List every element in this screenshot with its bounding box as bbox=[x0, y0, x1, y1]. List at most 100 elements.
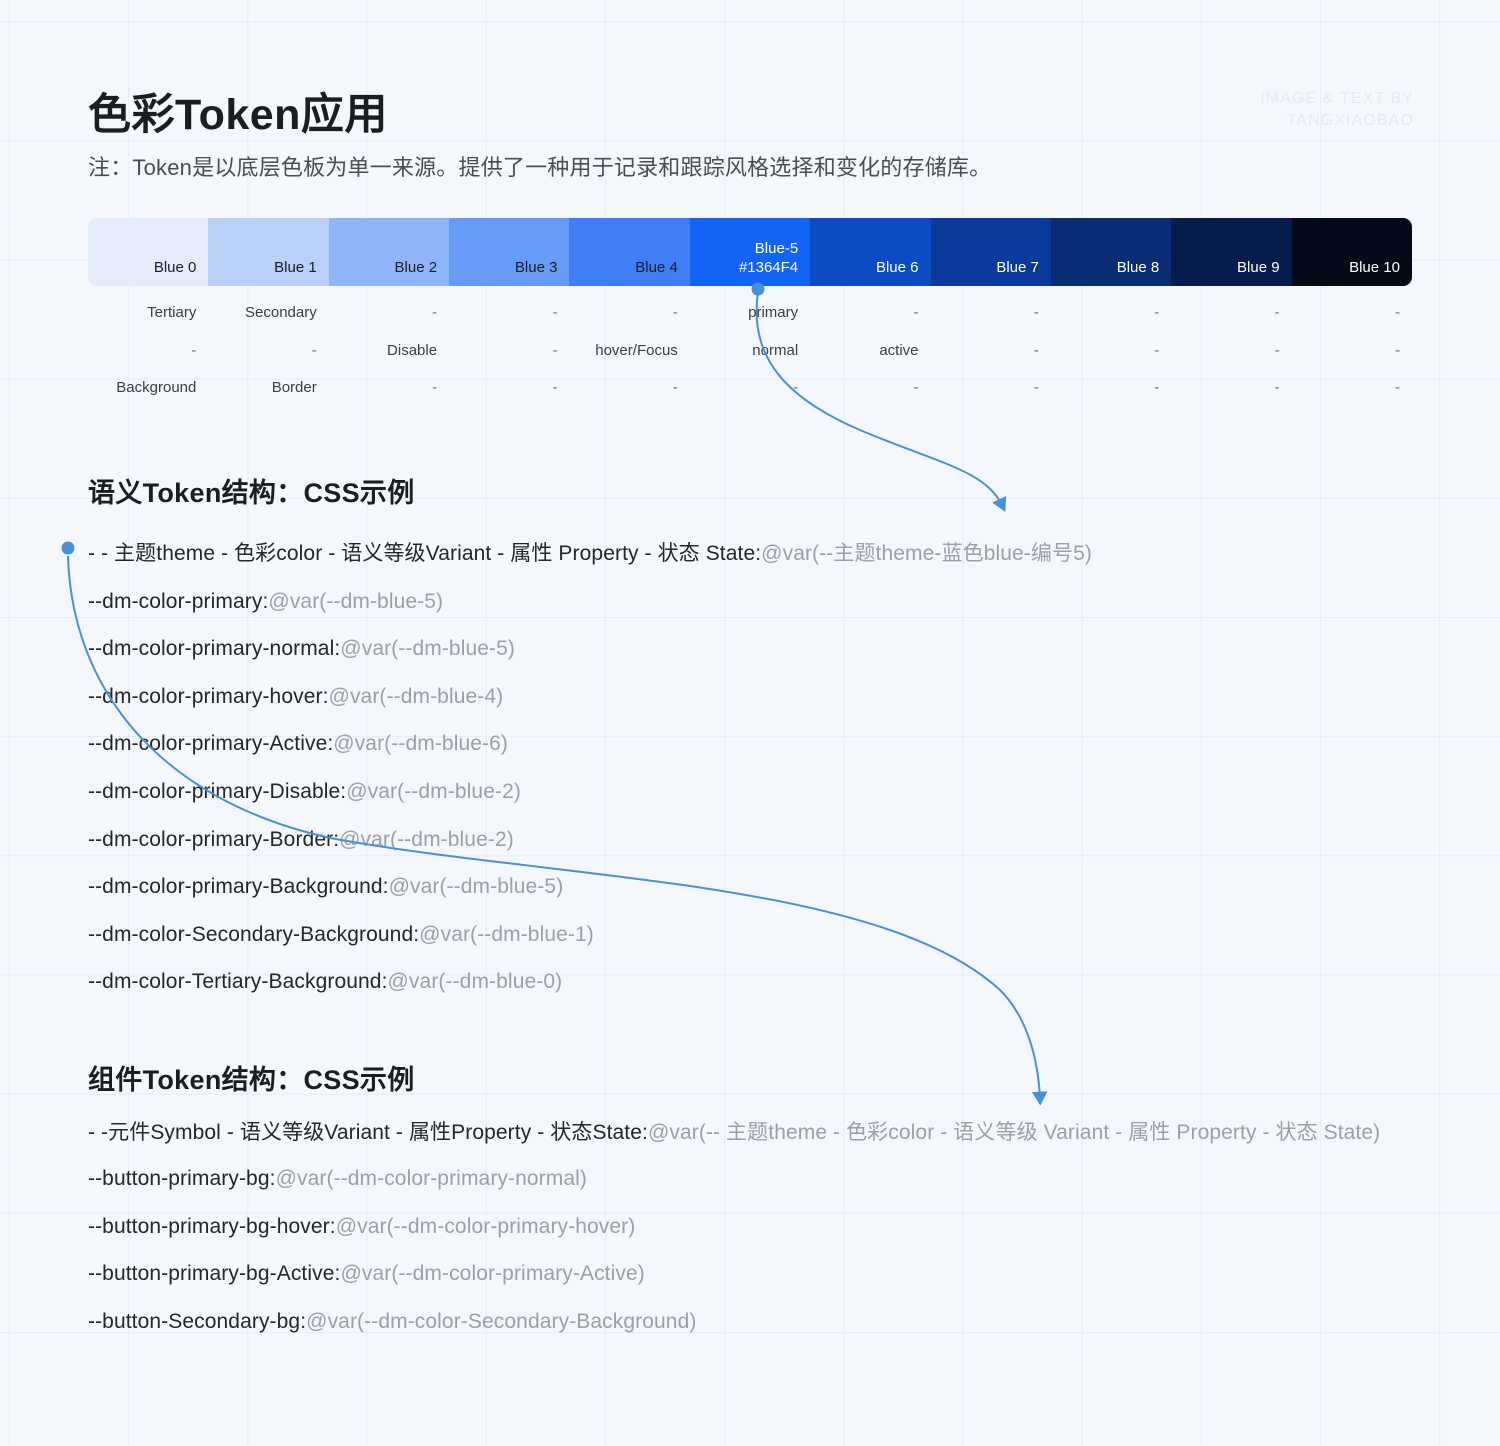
token-matrix-cell-1-4: hover/Focus bbox=[595, 341, 678, 359]
code-line-2: --button-primary-bg-Active:@var(--dm-col… bbox=[88, 1250, 1418, 1298]
code-token-name: - -元件Symbol - 语义等级Variant - 属性Property -… bbox=[88, 1121, 648, 1144]
code-token-name: --dm-color-primary-hover: bbox=[88, 684, 329, 708]
page-canvas: IMAGE & TEXT BY TANGXIAOBAO 色彩Token应用 注：… bbox=[0, 0, 1500, 1446]
token-matrix-cell-2-1: Border bbox=[271, 379, 317, 396]
swatch-label: Blue 6 bbox=[875, 259, 919, 276]
code-token-value: @var(--dm-blue-0) bbox=[387, 970, 563, 994]
token-matrix-cell-2-9: - bbox=[1274, 379, 1280, 396]
code-line-2: --dm-color-primary-hover:@var(--dm-blue-… bbox=[88, 673, 1418, 721]
token-matrix-cell-1-0: - bbox=[191, 341, 197, 359]
code-token-name: --dm-color-primary-normal: bbox=[88, 637, 341, 661]
token-matrix-cell-0-9: - bbox=[1274, 304, 1280, 321]
token-matrix-row: Tertiary Secondary - - - primary - - - - - bbox=[88, 294, 1412, 332]
swatch-hex: #1364F4 bbox=[738, 259, 799, 276]
swatch-label: Blue 8 bbox=[1116, 259, 1160, 276]
watermark-line-1: IMAGE & TEXT BY bbox=[1260, 90, 1414, 107]
code-token-name: --dm-color-primary: bbox=[88, 589, 269, 613]
token-matrix-cell-2-4: - bbox=[672, 379, 678, 396]
token-matrix-cell-2-8: - bbox=[1154, 379, 1160, 396]
code-token-value: @var(--dm-blue-5) bbox=[268, 589, 444, 613]
token-matrix-cell-2-3: - bbox=[552, 379, 558, 396]
code-token-name: --button-Secondary-bg: bbox=[88, 1309, 307, 1333]
code-token-name: --dm-color-Tertiary-Background: bbox=[88, 970, 388, 994]
section-heading-semantic: 语义Token结构：CSS示例 bbox=[88, 478, 415, 508]
watermark: IMAGE & TEXT BY TANGXIAOBAO bbox=[1260, 88, 1414, 132]
swatch-label: Blue 2 bbox=[394, 259, 438, 276]
token-matrix-row: - - Disable - hover/Focus normal active - - - - bbox=[88, 332, 1412, 370]
color-swatch-8[interactable]: Blue 8 bbox=[1050, 218, 1172, 286]
token-matrix-cell-1-2: Disable bbox=[387, 341, 438, 359]
token-matrix-cell-0-5: primary bbox=[748, 304, 799, 321]
swatch-label: Blue-5 bbox=[754, 240, 799, 257]
code-line-3: --button-Secondary-bg:@var(--dm-color-Se… bbox=[88, 1298, 1418, 1346]
token-matrix-cell-2-10: - bbox=[1394, 379, 1400, 396]
component-token-code-list: - -元件Symbol - 语义等级Variant - 属性Property -… bbox=[88, 1117, 1418, 1345]
code-token-value: @var(--dm-blue-1) bbox=[419, 922, 594, 946]
color-swatch-0[interactable]: Blue 0 bbox=[88, 218, 209, 286]
token-matrix-cell-1-3: - bbox=[552, 341, 558, 359]
code-token-value: @var(--dm-color-primary-hover) bbox=[335, 1214, 636, 1238]
token-matrix-cell-0-7: - bbox=[1033, 304, 1039, 321]
page-subtitle: 注：Token是以底层色板为单一来源。提供了一种用于记录和跟踪风格选择和变化的存… bbox=[88, 155, 992, 180]
token-matrix-cell-1-1: - bbox=[311, 341, 317, 359]
swatch-label: Blue 3 bbox=[514, 259, 558, 276]
token-matrix-cell-0-3: - bbox=[552, 304, 558, 321]
code-token-name: - - 主题theme - 色彩color - 语义等级Variant - 属性… bbox=[88, 542, 762, 565]
swatch-label: Blue 1 bbox=[274, 259, 317, 276]
code-token-value: @var(--dm-blue-4) bbox=[328, 684, 504, 708]
color-swatch-3[interactable]: Blue 3 bbox=[449, 218, 570, 286]
token-matrix-row: Background Border - - - - - - - - - bbox=[88, 369, 1412, 407]
color-swatch-6[interactable]: Blue 6 bbox=[810, 218, 931, 286]
token-matrix-cell-2-2: - bbox=[432, 379, 438, 396]
color-swatch-10[interactable]: Blue 10 bbox=[1291, 218, 1412, 286]
color-swatch-2[interactable]: Blue 2 bbox=[328, 218, 450, 286]
color-swatch-5[interactable]: Blue-5 #1364F4 bbox=[689, 218, 811, 286]
code-token-value: @var(--dm-blue-5) bbox=[340, 637, 516, 661]
code-token-value: @var(--dm-blue-5) bbox=[388, 875, 564, 899]
code-line-5: --dm-color-primary-Border:@var(--dm-blue… bbox=[88, 816, 1418, 864]
token-matrix-cell-1-5: normal bbox=[752, 341, 799, 359]
code-token-value: @var(--dm-blue-2) bbox=[339, 827, 514, 851]
token-matrix-cell-1-7: - bbox=[1033, 341, 1039, 359]
code-token-name: --dm-color-Secondary-Background: bbox=[88, 922, 420, 946]
code-line-7: --dm-color-Secondary-Background:@var(--d… bbox=[88, 911, 1418, 959]
code-line-4: --dm-color-primary-Disable:@var(--dm-blu… bbox=[88, 768, 1418, 816]
code-line-8: --dm-color-Tertiary-Background:@var(--dm… bbox=[88, 958, 1418, 1006]
swatch-label: Blue 10 bbox=[1349, 259, 1400, 276]
code-token-name: --dm-color-primary-Disable: bbox=[88, 779, 347, 803]
token-matrix-cell-1-8: - bbox=[1154, 341, 1160, 359]
code-token-name: --button-primary-bg-Active: bbox=[88, 1262, 341, 1286]
code-token-name: --dm-color-primary-Border: bbox=[88, 827, 340, 851]
code-token-name: --dm-color-primary-Active: bbox=[88, 732, 334, 756]
swatch-label: Blue 9 bbox=[1237, 259, 1280, 276]
section-heading-component: 组件Token结构：CSS示例 bbox=[88, 1065, 415, 1095]
code-line-6: --dm-color-primary-Background:@var(--dm-… bbox=[88, 863, 1418, 911]
color-swatch-7[interactable]: Blue 7 bbox=[930, 218, 1051, 286]
code-line-3: --dm-color-primary-Active:@var(--dm-blue… bbox=[88, 720, 1418, 768]
token-matrix-cell-0-2: - bbox=[432, 304, 438, 321]
token-matrix-cell-0-10: - bbox=[1394, 304, 1400, 321]
watermark-line-2: TANGXIAOBAO bbox=[1286, 112, 1414, 129]
color-swatch-4[interactable]: Blue 4 bbox=[569, 218, 690, 286]
color-swatch-1[interactable]: Blue 1 bbox=[208, 218, 329, 286]
token-matrix-cell-0-8: - bbox=[1154, 304, 1160, 321]
token-matrix-cell-2-5: - bbox=[793, 379, 799, 396]
code-token-name: --dm-color-primary-Background: bbox=[88, 875, 389, 899]
token-matrix-cell-2-0: Background bbox=[116, 379, 197, 396]
code-line-1: --button-primary-bg-hover:@var(--dm-colo… bbox=[88, 1203, 1418, 1251]
code-token-value: @var(--dm-color-primary-normal) bbox=[275, 1167, 587, 1190]
code-token-name: --button-primary-bg-hover: bbox=[88, 1214, 336, 1238]
code-token-value: @var(--dm-color-primary-Active) bbox=[340, 1262, 645, 1286]
token-matrix-cell-1-6: active bbox=[879, 341, 919, 359]
token-matrix-cell-2-6: - bbox=[913, 379, 919, 396]
code-line-1: --dm-color-primary-normal:@var(--dm-blue… bbox=[88, 625, 1418, 673]
color-swatch-9[interactable]: Blue 9 bbox=[1171, 218, 1292, 286]
token-matrix-cell-0-4: - bbox=[672, 304, 678, 321]
code-token-value: @var(-- 主题theme - 色彩color - 语义等级 Variant… bbox=[647, 1121, 1381, 1144]
code-line-0: --dm-color-primary:@var(--dm-blue-5) bbox=[88, 578, 1418, 626]
code-line-lead: - - 主题theme - 色彩color - 语义等级Variant - 属性… bbox=[88, 530, 1418, 578]
code-token-name: --button-primary-bg: bbox=[88, 1167, 276, 1190]
token-matrix-cell-2-7: - bbox=[1033, 379, 1039, 396]
token-matrix-cell-1-9: - bbox=[1274, 341, 1280, 359]
swatch-label: Blue 0 bbox=[153, 259, 197, 276]
